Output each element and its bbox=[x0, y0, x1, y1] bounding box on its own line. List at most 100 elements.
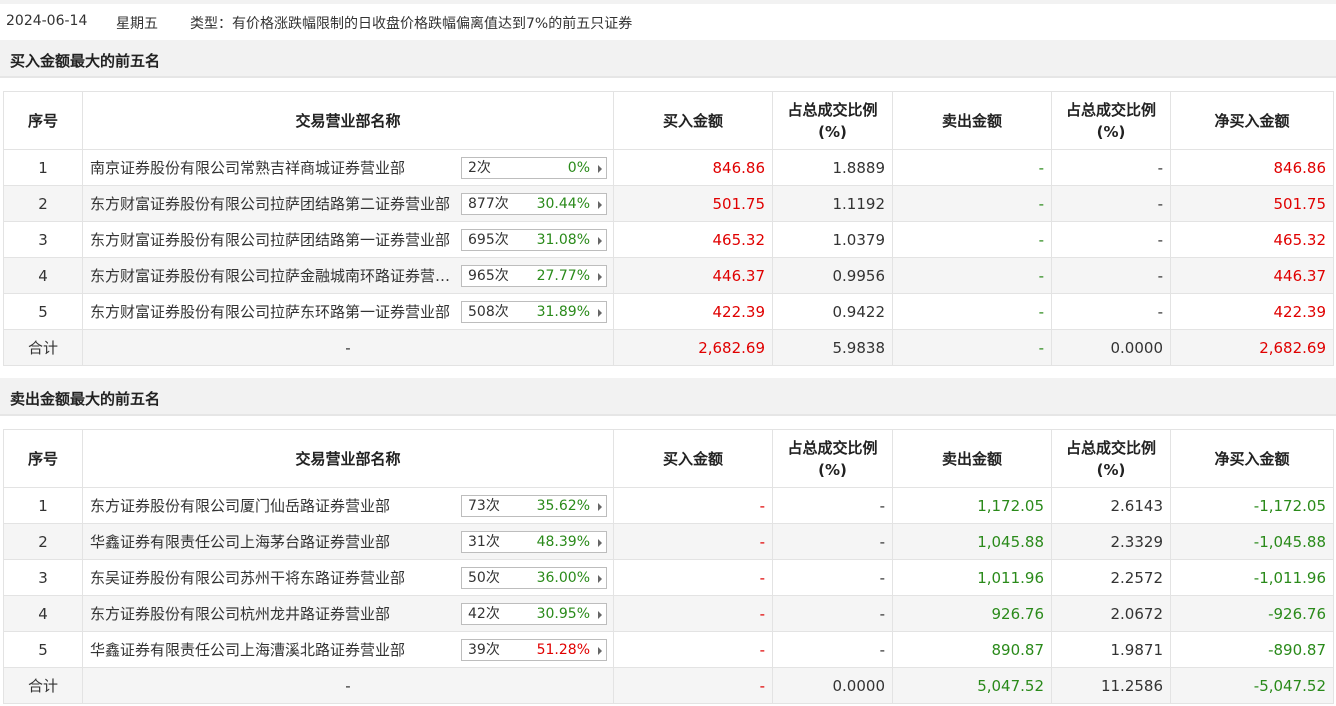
sell-ratio: - bbox=[1051, 149, 1171, 186]
row-seq: 3 bbox=[3, 221, 83, 258]
total-net: 2,682.69 bbox=[1170, 329, 1334, 366]
trade-date: 2024-06-14 bbox=[6, 13, 88, 29]
broker-cell: 东方财富证券股份有限公司拉萨金融城南环路证券营业部 965次 27.77% bbox=[82, 257, 614, 294]
buy-ratio: - bbox=[772, 487, 893, 524]
caret-right-icon bbox=[598, 273, 602, 281]
total-label: 合计 bbox=[3, 667, 83, 704]
listing-count: 31次 bbox=[468, 534, 500, 550]
sell-section-title: 卖出金额最大的前五名 bbox=[10, 390, 161, 408]
broker-stat-button[interactable]: 965次 27.77% bbox=[461, 265, 607, 287]
table-row: 2 华鑫证券有限责任公司上海茅台路证券营业部 31次 48.39% - -1,045.88… bbox=[3, 523, 1334, 560]
col-name: 交易营业部名称 bbox=[82, 429, 614, 488]
win-rate: 27.77% bbox=[536, 268, 590, 284]
sell-amount: 1,011.96 bbox=[892, 559, 1052, 596]
win-rate: 36.00% bbox=[536, 570, 590, 586]
total-label: 合计 bbox=[3, 329, 83, 366]
net-amount: 501.75 bbox=[1170, 185, 1334, 222]
sell-amount: 1,045.88 bbox=[892, 523, 1052, 560]
buy-ratio: - bbox=[772, 631, 893, 668]
row-seq: 1 bbox=[3, 487, 83, 524]
listing-count: 50次 bbox=[468, 570, 500, 586]
buy-table: 序号 交易营业部名称 买入金额 占总成交比例 (%) 卖出金额 占总成交比例 (%)… bbox=[3, 91, 1334, 366]
broker-stat-button[interactable]: 42次 30.95% bbox=[461, 603, 607, 625]
col-sell-ratio: 占总成交比例 (%) bbox=[1051, 91, 1171, 150]
win-rate: 30.44% bbox=[536, 196, 590, 212]
col-buy: 买入金额 bbox=[613, 91, 773, 150]
col-seq: 序号 bbox=[3, 91, 83, 150]
net-amount: 446.37 bbox=[1170, 257, 1334, 294]
buy-table-header: 序号 交易营业部名称 买入金额 占总成交比例 (%) 卖出金额 占总成交比例 (%)… bbox=[3, 91, 1334, 150]
broker-name[interactable]: 东方证券股份有限公司厦门仙岳路证券营业部 bbox=[90, 495, 456, 516]
sell-amount: - bbox=[892, 293, 1052, 330]
broker-stat-button[interactable]: 508次 31.89% bbox=[461, 301, 607, 323]
sell-amount: - bbox=[892, 257, 1052, 294]
row-seq: 2 bbox=[3, 185, 83, 222]
caret-right-icon bbox=[598, 165, 602, 173]
broker-name[interactable]: 东吴证券股份有限公司苏州干将东路证券营业部 bbox=[90, 567, 456, 588]
broker-name[interactable]: 东方财富证券股份有限公司拉萨团结路第二证券营业部 bbox=[90, 193, 456, 214]
type-description: 类型：有价格涨跌幅限制的日收盘价格跌幅偏离值达到7%的前五只证券 bbox=[190, 16, 633, 32]
table-row: 4 东方财富证券股份有限公司拉萨金融城南环路证券营业部 965次 27.77% 446.… bbox=[3, 257, 1334, 294]
table-row: 3 东吴证券股份有限公司苏州干将东路证券营业部 50次 36.00% - -1,011.9… bbox=[3, 559, 1334, 596]
buy-amount: - bbox=[613, 559, 773, 596]
broker-name[interactable]: 南京证券股份有限公司常熟吉祥商城证券营业部 bbox=[90, 157, 456, 178]
col-net: 净买入金额 bbox=[1170, 429, 1334, 488]
buy-ratio: 1.0379 bbox=[772, 221, 893, 258]
col-seq: 序号 bbox=[3, 429, 83, 488]
row-seq: 1 bbox=[3, 149, 83, 186]
net-amount: 846.86 bbox=[1170, 149, 1334, 186]
total-buy: 2,682.69 bbox=[613, 329, 773, 366]
total-sell-ratio: 0.0000 bbox=[1051, 329, 1171, 366]
buy-amount: 422.39 bbox=[613, 293, 773, 330]
sell-ratio: - bbox=[1051, 185, 1171, 222]
broker-stat-button[interactable]: 50次 36.00% bbox=[461, 567, 607, 589]
broker-name[interactable]: 华鑫证券有限责任公司上海漕溪北路证券营业部 bbox=[90, 639, 456, 660]
broker-stat-button[interactable]: 39次 51.28% bbox=[461, 639, 607, 661]
win-rate: 31.08% bbox=[536, 232, 590, 248]
table-row: 3 东方财富证券股份有限公司拉萨团结路第一证券营业部 695次 31.08% 465.3… bbox=[3, 221, 1334, 258]
sell-ratio: 2.2572 bbox=[1051, 559, 1171, 596]
sell-ratio: 2.0672 bbox=[1051, 595, 1171, 632]
broker-cell: 东方财富证券股份有限公司拉萨东环路第一证券营业部 508次 31.89% bbox=[82, 293, 614, 330]
total-sell-ratio: 11.2586 bbox=[1051, 667, 1171, 704]
total-name: - bbox=[82, 329, 614, 366]
broker-stat-button[interactable]: 695次 31.08% bbox=[461, 229, 607, 251]
broker-stat-button[interactable]: 877次 30.44% bbox=[461, 193, 607, 215]
buy-ratio: - bbox=[772, 595, 893, 632]
broker-name[interactable]: 东方财富证券股份有限公司拉萨东环路第一证券营业部 bbox=[90, 301, 456, 322]
row-seq: 2 bbox=[3, 523, 83, 560]
sell-table: 序号 交易营业部名称 买入金额 占总成交比例 (%) 卖出金额 占总成交比例 (%)… bbox=[3, 429, 1334, 704]
broker-cell: 东方财富证券股份有限公司拉萨团结路第一证券营业部 695次 31.08% bbox=[82, 221, 614, 258]
table-row: 1 东方证券股份有限公司厦门仙岳路证券营业部 73次 35.62% - -1,172.05… bbox=[3, 487, 1334, 524]
sell-ratio: - bbox=[1051, 293, 1171, 330]
net-amount: 422.39 bbox=[1170, 293, 1334, 330]
broker-name[interactable]: 华鑫证券有限责任公司上海茅台路证券营业部 bbox=[90, 531, 456, 552]
total-row: 合计 -2,682.69 5.9838-0.0000 2,682.69 bbox=[3, 329, 1334, 366]
broker-name[interactable]: 东方财富证券股份有限公司拉萨团结路第一证券营业部 bbox=[90, 229, 456, 250]
win-rate: 48.39% bbox=[536, 534, 590, 550]
net-amount: -926.76 bbox=[1170, 595, 1334, 632]
broker-name[interactable]: 东方证券股份有限公司杭州龙井路证券营业部 bbox=[90, 603, 456, 624]
listing-count: 877次 bbox=[468, 196, 509, 212]
total-buy: - bbox=[613, 667, 773, 704]
broker-stat-button[interactable]: 2次 0% bbox=[461, 157, 607, 179]
win-rate: 30.95% bbox=[536, 606, 590, 622]
sell-amount: - bbox=[892, 185, 1052, 222]
sell-section-header: 卖出金额最大的前五名 bbox=[0, 378, 1336, 416]
buy-section-header: 买入金额最大的前五名 bbox=[0, 40, 1336, 78]
info-bar: 2024-06-14 星期五 类型：有价格涨跌幅限制的日收盘价格跌幅偏离值达到7… bbox=[0, 0, 1336, 40]
sell-amount: 1,172.05 bbox=[892, 487, 1052, 524]
buy-ratio: 0.9422 bbox=[772, 293, 893, 330]
broker-name[interactable]: 东方财富证券股份有限公司拉萨金融城南环路证券营业部 bbox=[90, 265, 456, 286]
broker-cell: 东方证券股份有限公司厦门仙岳路证券营业部 73次 35.62% bbox=[82, 487, 614, 524]
broker-cell: 东吴证券股份有限公司苏州干将东路证券营业部 50次 36.00% bbox=[82, 559, 614, 596]
col-name: 交易营业部名称 bbox=[82, 91, 614, 150]
buy-amount: 465.32 bbox=[613, 221, 773, 258]
weekday: 星期五 bbox=[116, 16, 158, 32]
broker-stat-button[interactable]: 73次 35.62% bbox=[461, 495, 607, 517]
caret-right-icon bbox=[598, 575, 602, 583]
col-net: 净买入金额 bbox=[1170, 91, 1334, 150]
col-buy-ratio: 占总成交比例 (%) bbox=[772, 429, 893, 488]
net-amount: -1,045.88 bbox=[1170, 523, 1334, 560]
broker-stat-button[interactable]: 31次 48.39% bbox=[461, 531, 607, 553]
